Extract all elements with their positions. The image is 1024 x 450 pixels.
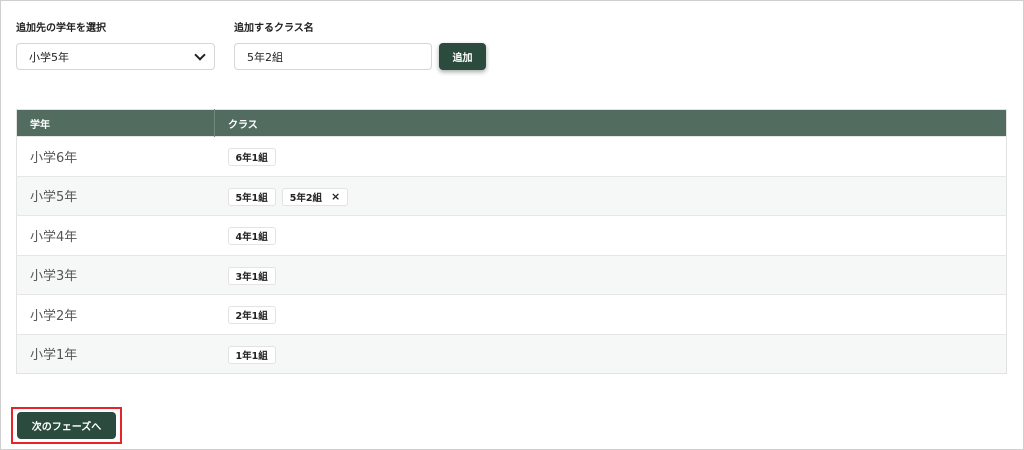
close-icon[interactable]: × [331, 191, 340, 202]
class-name-input[interactable] [234, 43, 432, 70]
table-body: 小学6年 6年1組小学5年 5年1組 5年2組 × 小学4年 4年1組小学3年 3年1組小学2… [16, 136, 1007, 374]
class-chip-label: 2年1組 [235, 311, 268, 323]
class-cell: 3年1組 [214, 254, 1007, 295]
class-chip-label: 1年1組 [235, 350, 268, 362]
class-chip-label: 3年1組 [235, 271, 268, 283]
class-chip: 5年1組 [227, 187, 276, 206]
grade-cell: 小学2年 [16, 294, 215, 334]
add-class-form: 追加先の学年を選択 小学5年 追加するクラス名 追加 [16, 23, 486, 70]
class-cell: 4年1組 [214, 215, 1007, 255]
class-chip: 5年2組 × [281, 187, 349, 206]
column-header-class: クラス [214, 109, 1007, 137]
grade-select-value: 小学5年 [29, 50, 69, 64]
class-chip: 1年1組 [227, 345, 276, 364]
table-row: 小学5年 5年1組 5年2組 × [16, 175, 1007, 216]
chevron-down-icon [194, 48, 206, 61]
class-name-label: 追加するクラス名 [234, 23, 314, 34]
grade-select[interactable]: 小学5年 [16, 43, 215, 70]
grade-cell: 小学3年 [16, 254, 215, 295]
class-cell: 1年1組 [214, 333, 1007, 374]
column-header-grade: 学年 [16, 109, 215, 137]
grade-field-group: 追加先の学年を選択 小学5年 [16, 23, 215, 70]
class-chip-label: 5年2組 [289, 192, 322, 204]
class-cell: 6年1組 [214, 136, 1007, 176]
class-chip: 2年1組 [227, 306, 276, 325]
grade-cell: 小学4年 [16, 215, 215, 255]
grade-cell: 小学6年 [16, 136, 215, 176]
table-row: 小学3年 3年1組 [16, 254, 1007, 295]
app-frame: 追加先の学年を選択 小学5年 追加するクラス名 追加 学年 クラス 小学6年 6年… [0, 0, 1024, 450]
table-row: 小学1年 1年1組 [16, 333, 1007, 374]
add-button[interactable]: 追加 [439, 43, 486, 70]
class-chip: 3年1組 [227, 266, 276, 285]
class-chip-label: 6年1組 [235, 153, 268, 165]
table-row: 小学2年 2年1組 [16, 294, 1007, 334]
table-row: 小学6年 6年1組 [16, 136, 1007, 176]
class-cell: 5年1組 5年2組 × [214, 175, 1007, 216]
grade-class-table: 学年 クラス 小学6年 6年1組小学5年 5年1組 5年2組 × 小学4年 4年1組小学3年… [16, 109, 1007, 374]
table-row: 小学4年 4年1組 [16, 215, 1007, 255]
grade-cell: 小学5年 [16, 175, 215, 216]
class-cell: 2年1組 [214, 294, 1007, 334]
class-chip: 6年1組 [227, 148, 276, 167]
class-chip-label: 5年1組 [235, 192, 268, 204]
grade-cell: 小学1年 [16, 333, 215, 374]
grade-select-label: 追加先の学年を選択 [16, 23, 106, 34]
class-field-group: 追加するクラス名 [234, 23, 432, 70]
next-phase-button[interactable]: 次のフェーズへ [17, 412, 116, 439]
class-chip-label: 4年1組 [235, 232, 268, 244]
class-chip: 4年1組 [227, 227, 276, 246]
table-header-row: 学年 クラス [16, 109, 1007, 137]
